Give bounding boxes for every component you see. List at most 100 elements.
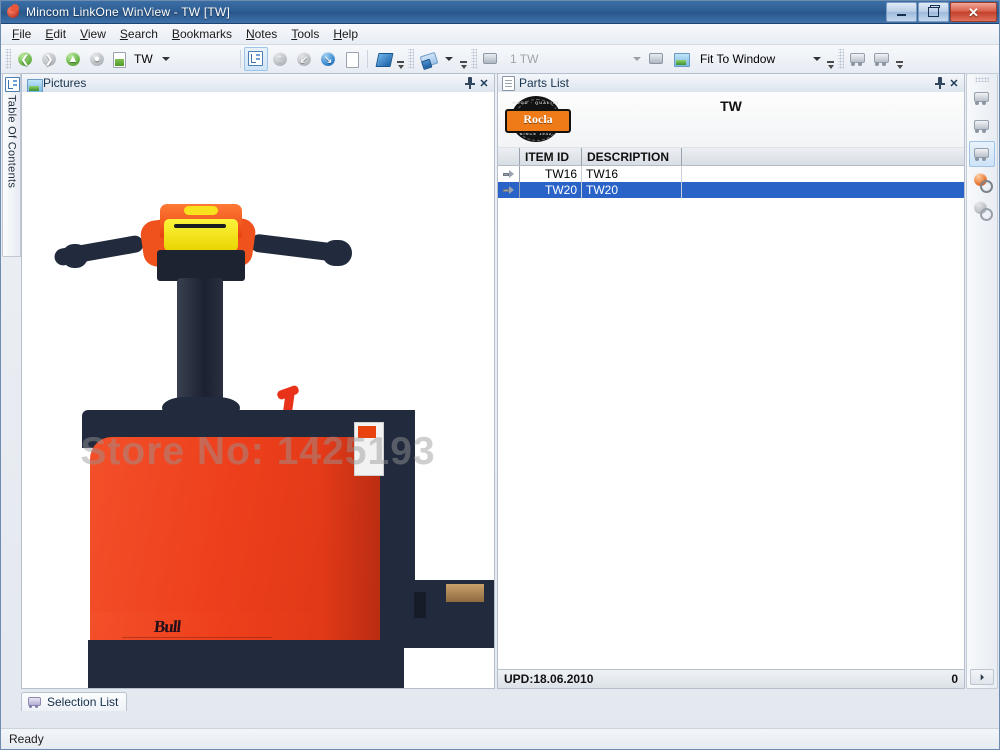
pallet-truck-image: Bull [22, 92, 494, 688]
tab-selection-list[interactable]: Selection List [21, 692, 128, 711]
selection-list-toolbar: ⏵ [966, 73, 998, 689]
book-page-icon [110, 50, 128, 68]
book-combo[interactable]: TW [109, 48, 237, 70]
cell-extra [682, 166, 964, 182]
toolbar-grip[interactable] [5, 49, 11, 69]
view-selection-list-button[interactable] [969, 141, 995, 167]
eraser-dropdown[interactable] [440, 48, 458, 70]
toolbar-grip-3[interactable] [471, 49, 477, 69]
toolbar-overflow-1[interactable] [395, 47, 406, 71]
toolbar-strip: ❮ ❯ ▲ ● TW ↑ ↙ ↘ 1 TW Fit To Window [1, 45, 999, 74]
menu-file[interactable]: File [5, 25, 38, 43]
toolbar-overflow-4[interactable] [894, 47, 905, 71]
go-next-button[interactable]: ↘ [316, 47, 340, 71]
eraser-dropdown-arrow[interactable] [441, 50, 456, 68]
highlight-eraser-button[interactable] [416, 47, 440, 71]
up-icon: ▲ [66, 52, 80, 66]
zoom-image-icon [672, 50, 690, 68]
bookmark-icon [374, 50, 394, 68]
picture-canvas[interactable]: Bull Store No: 1425193 [22, 92, 494, 688]
cell-item-id: TW16 [520, 166, 582, 182]
toolbar-grip-2[interactable] [408, 49, 414, 69]
up-button[interactable]: ▲ [61, 47, 85, 71]
menu-bar: File Edit View Search Bookmarks Notes To… [1, 24, 999, 45]
go-up-level-button[interactable]: ↑ [268, 47, 292, 71]
document-icon [501, 76, 515, 91]
go-previous-icon: ↙ [295, 50, 313, 68]
table-of-contents-icon [4, 76, 20, 92]
column-header-extra[interactable] [682, 148, 964, 165]
row-arrow-icon [503, 169, 514, 179]
parts-banner: GOOD · QUALITY SINCE 1942 Rocla TW [498, 92, 964, 148]
toolbar-overflow-2[interactable] [458, 47, 469, 71]
page-combo-arrow[interactable] [629, 50, 644, 68]
page-note-button[interactable] [340, 47, 364, 71]
part-lookup-button[interactable] [969, 169, 995, 195]
bookmark-button[interactable] [371, 47, 395, 71]
pictures-autohide-button[interactable] [463, 76, 477, 90]
parts-banner-title: TW [720, 98, 742, 114]
menu-notes[interactable]: Notes [239, 25, 284, 43]
part-detail-button[interactable] [969, 197, 995, 223]
table-of-contents-label: Table Of Contents [5, 95, 18, 189]
page-go-button[interactable] [645, 47, 669, 71]
part-detail-icon [973, 201, 993, 221]
parts-status-updated: UPD:18.06.2010 [504, 672, 594, 686]
menu-bookmarks[interactable]: Bookmarks [165, 25, 239, 43]
go-previous-button[interactable]: ↙ [292, 47, 316, 71]
menu-edit[interactable]: Edit [38, 25, 73, 43]
zoom-combo-arrow[interactable] [809, 50, 824, 68]
column-header-description[interactable]: DESCRIPTION [582, 148, 682, 165]
forward-button[interactable]: ❯ [37, 47, 61, 71]
minimize-button[interactable] [886, 2, 917, 22]
parts-status-bar: UPD:18.06.2010 0 [498, 669, 964, 688]
parts-link-button[interactable] [846, 47, 870, 71]
add-to-selection-list-icon [973, 89, 991, 107]
page-note-icon [343, 50, 361, 68]
home-button[interactable]: ● [85, 47, 109, 71]
right-toolbar-grip[interactable] [975, 77, 989, 82]
remove-from-selection-list-button[interactable] [969, 113, 995, 139]
column-header-item-id[interactable]: ITEM ID [520, 148, 582, 165]
page-navigate-button[interactable] [479, 47, 503, 71]
parts-autohide-button[interactable] [933, 76, 947, 90]
close-button[interactable]: ✕ [950, 2, 997, 22]
menu-search[interactable]: Search [113, 25, 165, 43]
sidebar-item-table-of-contents[interactable]: Table Of Contents [2, 73, 21, 257]
page-combo-value: 1 TW [510, 52, 539, 66]
add-to-selection-list-button[interactable] [969, 85, 995, 111]
bottom-tab-strip: Selection List [21, 691, 128, 711]
page-combo[interactable]: 1 TW [503, 48, 645, 70]
page-go-icon [648, 50, 666, 68]
restore-button[interactable] [918, 2, 949, 22]
menu-view[interactable]: View [73, 25, 113, 43]
zoom-image-button[interactable] [669, 47, 693, 71]
table-row[interactable]: TW16 TW16 [498, 166, 964, 182]
parts-close-button[interactable]: ✕ [947, 76, 961, 90]
menu-help[interactable]: Help [326, 25, 365, 43]
cell-extra [682, 182, 964, 198]
forward-icon: ❯ [40, 50, 58, 68]
pictures-close-button[interactable]: ✕ [477, 76, 491, 90]
pictures-panel-header: Pictures ✕ [22, 74, 494, 93]
parts-panel-body: GOOD · QUALITY SINCE 1942 Rocla TW ITEM … [498, 92, 964, 688]
book-combo-arrow[interactable] [159, 50, 174, 68]
parts-list-panel: Parts List ✕ GOOD · QUALITY SINCE 1942 R… [497, 73, 965, 689]
zoom-combo[interactable]: Fit To Window [693, 48, 825, 70]
toolbar-grip-4[interactable] [838, 49, 844, 69]
menu-tools[interactable]: Tools [284, 25, 326, 43]
back-button[interactable]: ❮ [13, 47, 37, 71]
selection-list-icon [28, 695, 42, 709]
parts-link-alt-button[interactable] [870, 47, 894, 71]
column-header-marker[interactable] [498, 148, 520, 165]
row-marker-cell [498, 182, 520, 198]
application-window: Mincom LinkOne WinView - TW [TW] ✕ File … [0, 0, 1000, 750]
cell-description: TW20 [582, 182, 682, 198]
back-icon: ❮ [16, 50, 34, 68]
right-toolbar-expand-button[interactable]: ⏵ [970, 669, 994, 685]
parts-panel-header: Parts List ✕ [498, 74, 964, 93]
table-of-contents-button[interactable] [244, 47, 268, 71]
tab-selection-list-label: Selection List [47, 695, 119, 709]
toolbar-overflow-3[interactable] [825, 47, 836, 71]
table-row[interactable]: TW20 TW20 [498, 182, 964, 198]
